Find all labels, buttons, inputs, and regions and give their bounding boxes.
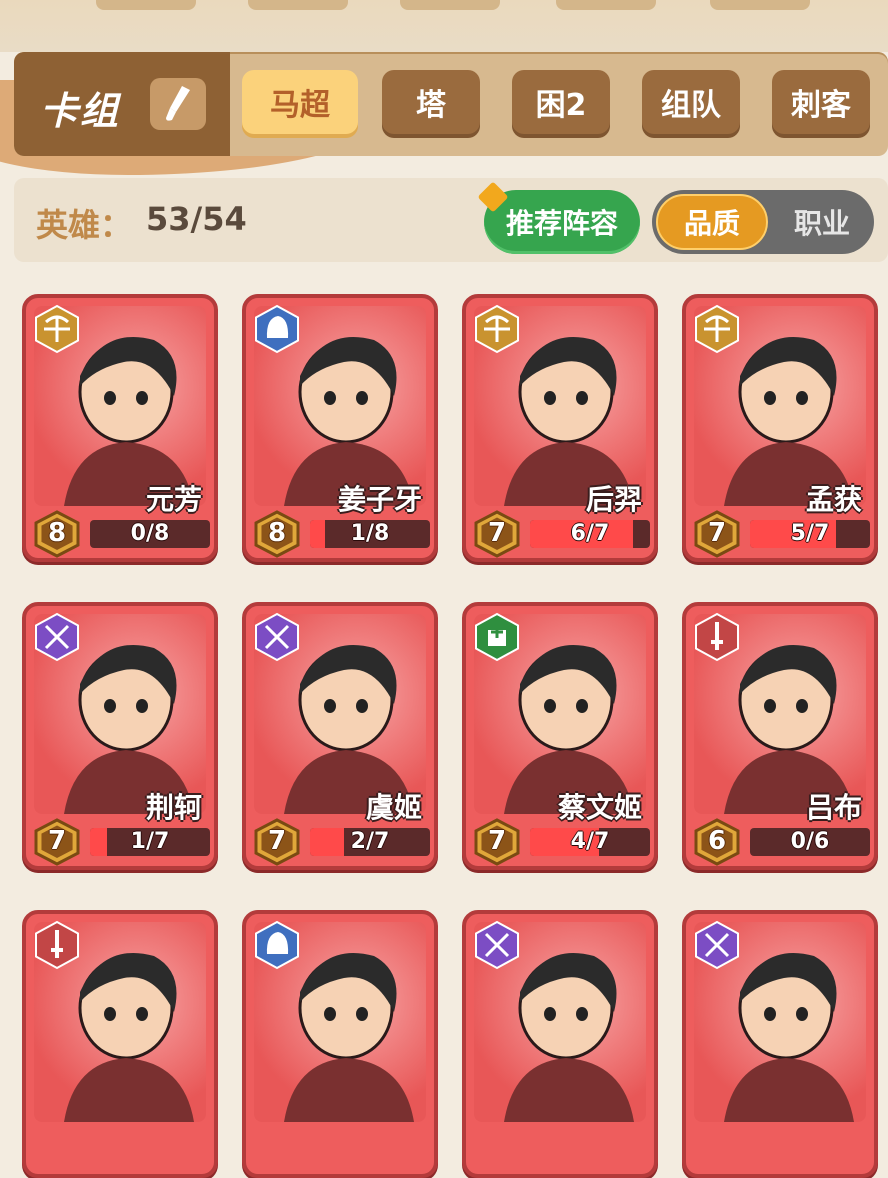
hero-label: 英雄： [36,206,133,244]
hero-card[interactable]: 后羿 7 6/7 [462,294,658,562]
crossed-swords-icon [254,612,300,662]
hero-name: 虞姬 [365,791,422,824]
crossed-swords-icon [474,920,520,970]
hand-pointer-icon [477,181,509,213]
deck-tab-1[interactable]: 马超 [242,70,358,134]
hero-level: 7 [267,826,287,856]
progress-text: 1/7 [130,829,170,854]
top-tab-stub[interactable] [400,0,500,10]
brush-icon [166,86,190,121]
sort-quality-option[interactable]: 品质 [656,194,768,250]
hero-shard-progress: 2/7 [310,828,430,856]
hero-card[interactable] [242,910,438,1178]
hero-level: 7 [707,518,727,548]
hero-name: 孟获 [805,483,862,516]
hero-card[interactable]: 元芳 8 0/8 [22,294,218,562]
progress-text: 0/8 [130,521,170,546]
progress-text: 5/7 [790,521,830,546]
hero-name: 荆轲 [145,791,202,824]
hero-card[interactable] [682,910,878,1178]
hero-card[interactable]: 蔡文姬 7 4/7 [462,602,658,870]
hero-info-bar: 英雄： 53/54 推荐阵容 品质 职业 [14,178,888,262]
hero-level-badge: 7 [474,510,520,558]
hero-level: 7 [47,826,67,856]
hero-shard-progress: 0/6 [750,828,870,856]
hero-level: 6 [707,826,727,856]
crossbow-icon [474,304,520,354]
edit-deck-button[interactable] [150,78,206,130]
hero-shard-progress: 5/7 [750,520,870,548]
hero-shard-progress: 6/7 [530,520,650,548]
hero-level-badge: 7 [34,818,80,866]
top-strip [0,0,888,52]
top-tab-stub[interactable] [248,0,348,10]
sword-icon [694,612,740,662]
deck-label: 卡组 [40,89,121,133]
hero-shard-progress: 4/7 [530,828,650,856]
crossbow-icon [34,304,80,354]
hero-level-badge: 7 [694,510,740,558]
crossed-swords-icon [694,920,740,970]
deck-tab-bar: 卡组 马超 塔 困2 组队 刺客 [14,52,888,156]
recommend-lineup-button[interactable]: 推荐阵容 [477,181,640,254]
recommend-lineup-label: 推荐阵容 [505,207,618,240]
progress-text: 2/7 [350,829,390,854]
hero-shard-progress: 0/8 [90,520,210,548]
top-tab-stub[interactable] [556,0,656,10]
progress-text: 6/7 [570,521,610,546]
progress-text: 0/6 [790,829,830,854]
hero-count: 53/54 [146,200,247,238]
hero-name: 蔡文姬 [557,791,642,824]
deck-tab-3[interactable]: 困2 [512,70,610,134]
helmet-icon [254,920,300,970]
hero-level: 7 [487,826,507,856]
hero-name: 吕布 [805,791,862,824]
hero-level: 7 [487,518,507,548]
hero-card[interactable] [462,910,658,1178]
hero-shard-progress: 1/8 [310,520,430,548]
sort-class-option[interactable]: 职业 [774,194,870,250]
deck-tab-4[interactable]: 组队 [642,70,740,134]
hero-shard-progress: 1/7 [90,828,210,856]
hero-level-badge: 8 [254,510,300,558]
hero-card[interactable] [22,910,218,1178]
healer-icon [474,612,520,662]
hero-card[interactable]: 吕布 6 0/6 [682,602,878,870]
hero-level: 8 [267,518,287,548]
helmet-icon [254,304,300,354]
sort-toggle[interactable]: 品质 职业 [652,190,874,254]
crossed-swords-icon [34,612,80,662]
hero-card[interactable]: 孟获 7 5/7 [682,294,878,562]
sword-icon [34,920,80,970]
hero-level-badge: 7 [254,818,300,866]
hero-level-badge: 7 [474,818,520,866]
hero-level: 8 [47,518,67,548]
hero-name: 姜子牙 [337,483,422,516]
progress-text: 4/7 [570,829,610,854]
hero-level-badge: 6 [694,818,740,866]
hero-name: 后羿 [585,483,642,516]
hero-name: 元芳 [145,483,202,516]
top-tab-stub[interactable] [710,0,810,10]
hero-level-badge: 8 [34,510,80,558]
progress-text: 1/8 [350,521,390,546]
deck-label-panel: 卡组 [14,52,230,156]
crossbow-icon [694,304,740,354]
hero-card[interactable]: 荆轲 7 1/7 [22,602,218,870]
deck-tab-5[interactable]: 刺客 [772,70,870,134]
hero-card[interactable]: 姜子牙 8 1/8 [242,294,438,562]
deck-tab-2[interactable]: 塔 [382,70,480,134]
hero-card[interactable]: 虞姬 7 2/7 [242,602,438,870]
top-tab-stub[interactable] [96,0,196,10]
